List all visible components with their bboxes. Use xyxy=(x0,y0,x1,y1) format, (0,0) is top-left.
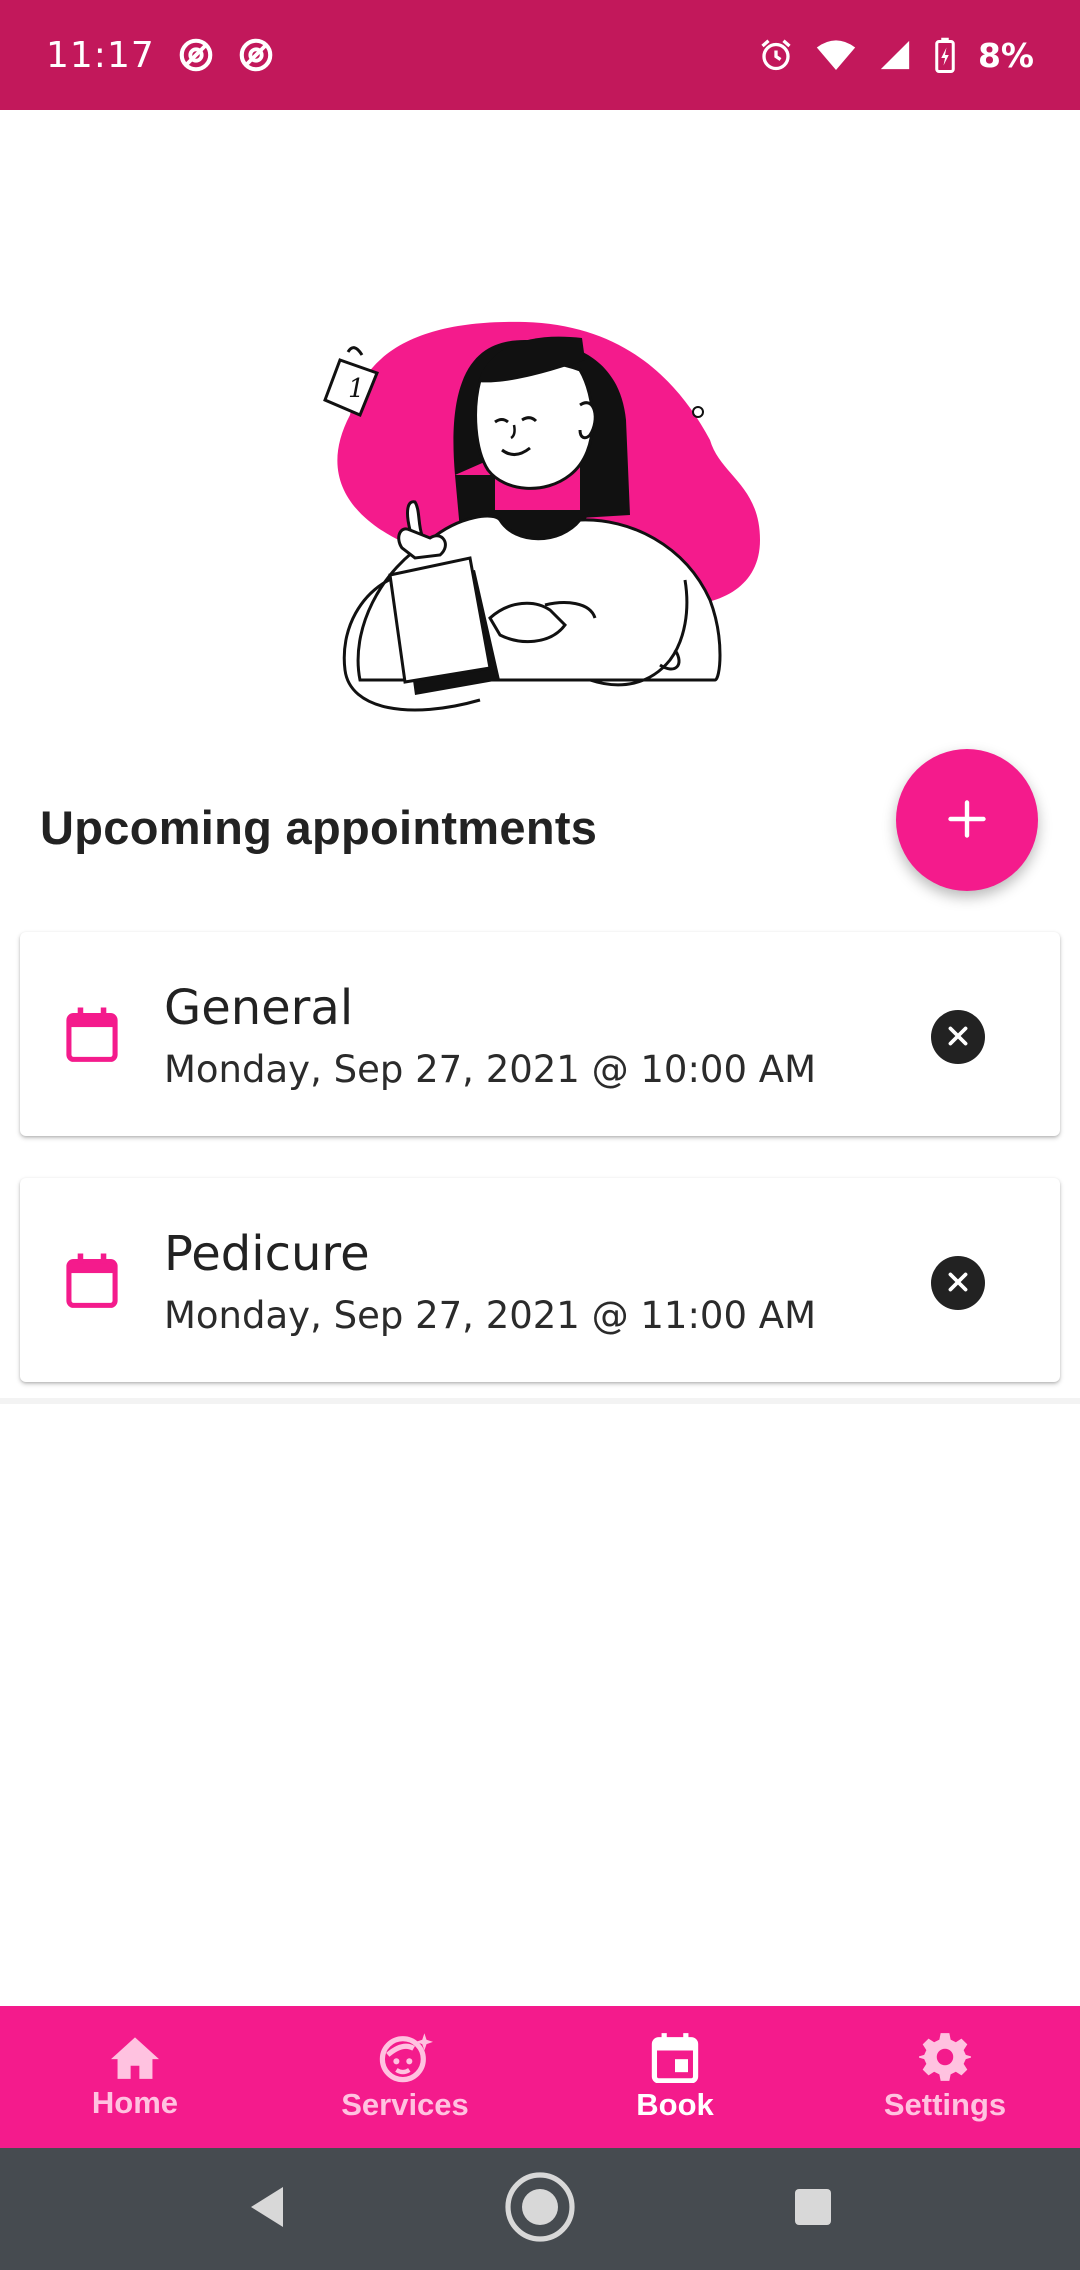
remove-appointment-button[interactable] xyxy=(931,1256,985,1310)
status-right: 8% xyxy=(758,36,1034,75)
nav-item-book[interactable]: Book xyxy=(540,2006,810,2148)
status-time: 11:17 xyxy=(46,34,155,76)
back-icon xyxy=(247,2185,287,2234)
appointment-card[interactable]: General Monday, Sep 27, 2021 @ 10:00 AM xyxy=(20,932,1060,1136)
status-left: 11:17 xyxy=(46,35,275,76)
appointment-illustration: 1 xyxy=(290,300,780,730)
gear-icon xyxy=(919,2031,971,2087)
appointment-title: General xyxy=(164,980,354,1036)
home-button[interactable] xyxy=(495,2164,585,2254)
recents-icon xyxy=(793,2187,833,2232)
wifi-icon xyxy=(816,37,856,73)
plus-icon xyxy=(945,797,989,844)
appointment-datetime: Monday, Sep 27, 2021 @ 11:00 AM xyxy=(164,1294,816,1337)
home-circle-icon xyxy=(504,2171,576,2248)
alarm-icon xyxy=(758,37,794,73)
bottom-navigation: Home Services Book Settings xyxy=(0,2006,1080,2148)
calendar-icon xyxy=(651,2031,699,2087)
signal-icon xyxy=(878,38,912,72)
face-sparkle-icon xyxy=(377,2031,433,2087)
calendar-icon xyxy=(64,1004,120,1069)
at-sign-icon xyxy=(177,36,215,74)
nav-item-settings[interactable]: Settings xyxy=(810,2006,1080,2148)
battery-charging-icon xyxy=(934,37,956,73)
status-bar: 11:17 8% xyxy=(0,0,1080,110)
recents-button[interactable] xyxy=(768,2164,858,2254)
battery-percent: 8% xyxy=(977,35,1034,75)
svg-text:1: 1 xyxy=(348,374,365,404)
nav-item-services[interactable]: Services xyxy=(270,2006,540,2148)
nav-label-services: Services xyxy=(341,2087,469,2122)
section-title: Upcoming appointments xyxy=(40,801,598,854)
close-icon xyxy=(945,1023,971,1052)
appointment-datetime: Monday, Sep 27, 2021 @ 10:00 AM xyxy=(164,1048,816,1091)
close-icon xyxy=(945,1269,971,1298)
system-navigation-bar xyxy=(0,2148,1080,2270)
home-icon xyxy=(108,2033,162,2085)
remove-appointment-button[interactable] xyxy=(931,1010,985,1064)
appointment-title: Pedicure xyxy=(164,1226,370,1282)
at-sign-icon xyxy=(237,36,275,74)
nav-item-home[interactable]: Home xyxy=(0,2006,270,2148)
nav-label-home: Home xyxy=(91,2085,179,2120)
add-appointment-button[interactable] xyxy=(896,749,1038,891)
calendar-icon xyxy=(64,1250,120,1315)
nav-label-settings: Settings xyxy=(883,2087,1007,2122)
appointment-card[interactable]: Pedicure Monday, Sep 27, 2021 @ 11:00 AM xyxy=(20,1178,1060,1382)
back-button[interactable] xyxy=(222,2164,312,2254)
list-divider xyxy=(0,1398,1080,1404)
nav-label-book: Book xyxy=(636,2087,714,2122)
